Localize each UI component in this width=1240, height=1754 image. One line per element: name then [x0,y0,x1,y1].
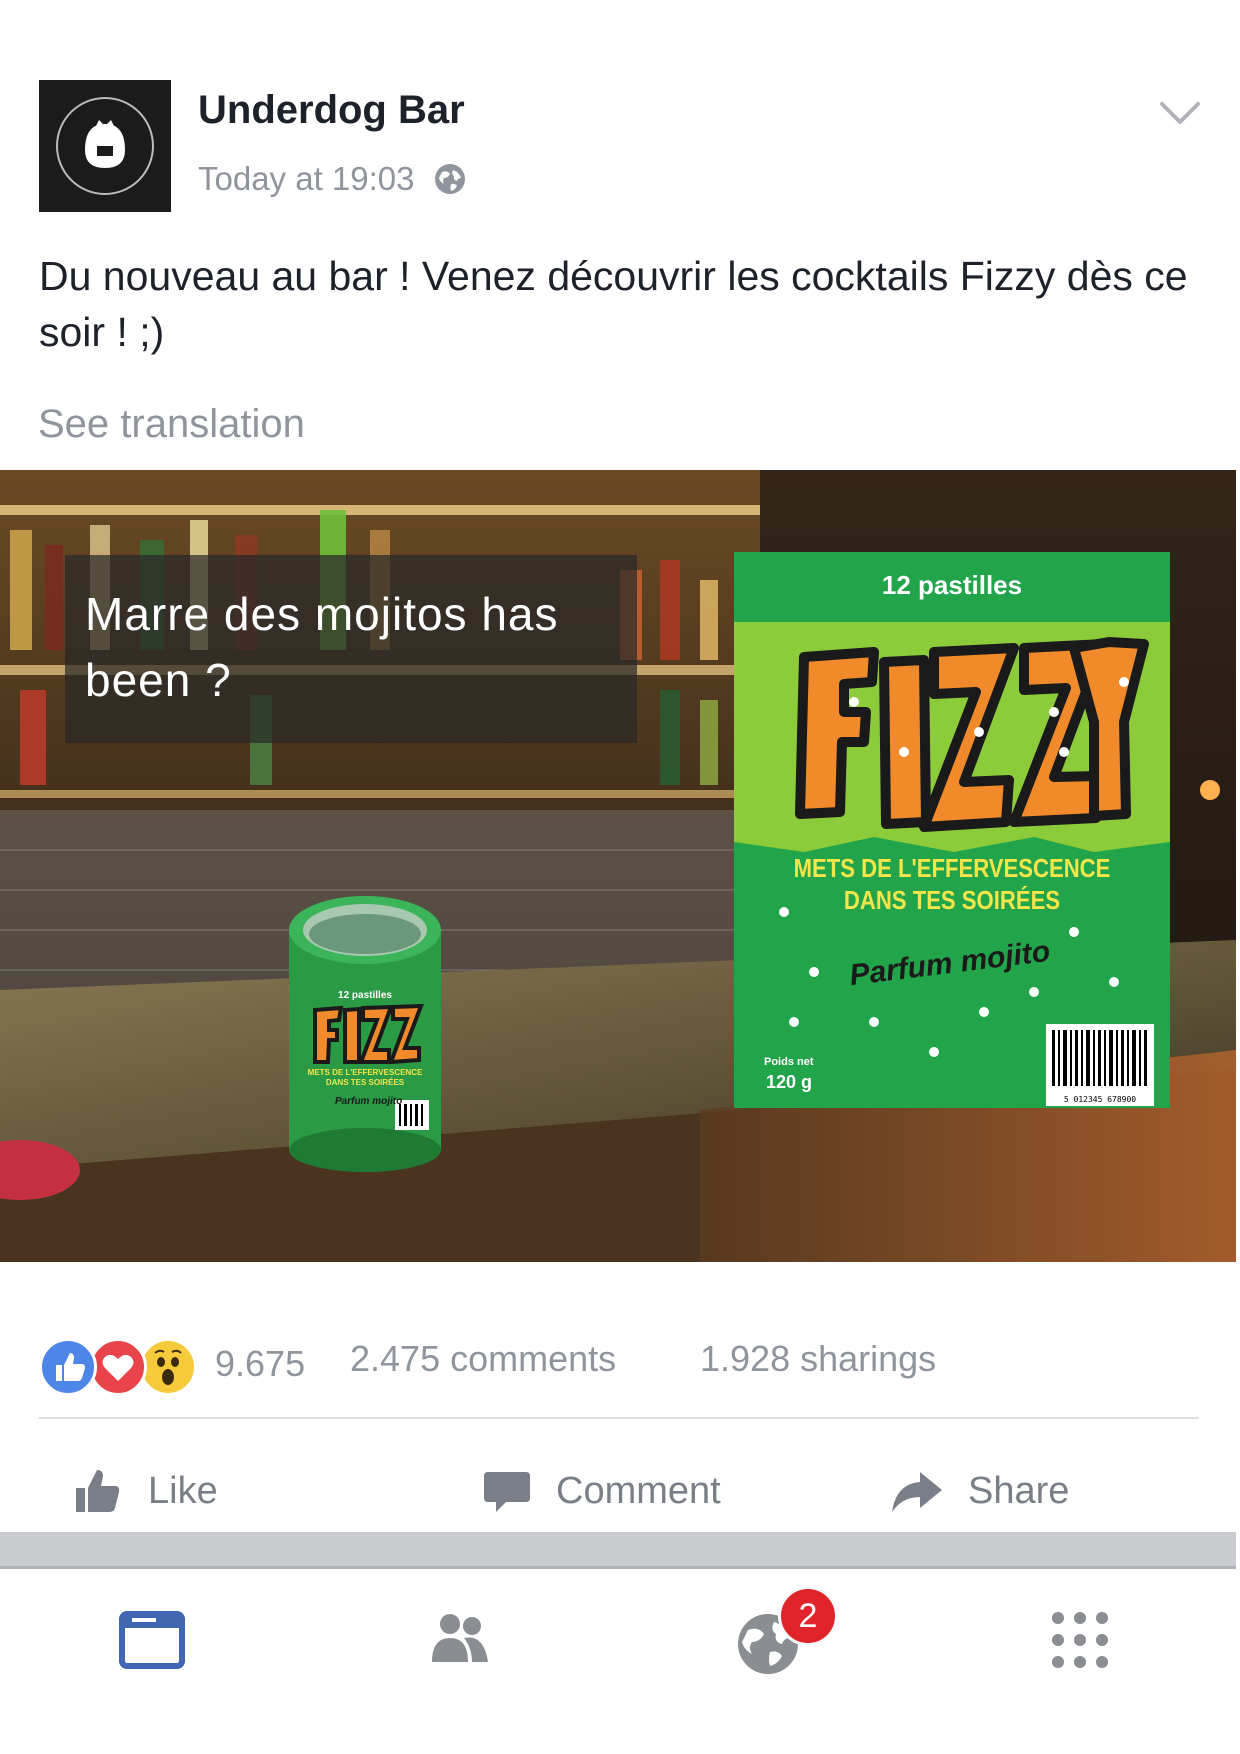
share-label: Share [968,1469,1070,1512]
reaction-icons [39,1334,199,1396]
package-slogan-line1: METS DE L'EFFERVESCENCE [793,853,1111,883]
friends-icon [432,1614,488,1662]
post-meta: Today at 19:03 [198,160,467,198]
share-button[interactable]: Share [890,1456,1069,1526]
like-reaction-icon [39,1338,97,1396]
can-slogan: METS DE L'EFFERVESCENCE DANS TES SOIRÉES [307,1068,423,1087]
see-translation-link[interactable]: See translation [38,402,305,447]
thumbs-up-icon [76,1470,120,1512]
package-weight-label: Poids net [764,1056,814,1068]
fizzy-package: 12 pastilles METS DE L'EFFERVESCENCE DAN… [734,552,1170,1108]
globe-icon [433,162,467,196]
feed-separator [0,1532,1236,1569]
package-weight: 120 g [766,1072,813,1092]
comment-label: Comment [556,1469,721,1512]
like-label: Like [148,1469,218,1512]
package-slogan-line2: DANS TES SOIRÉES [843,885,1061,915]
nav-news-feed[interactable] [112,1600,192,1680]
nav-friends[interactable] [420,1600,500,1680]
comment-icon [484,1472,530,1512]
notifications-badge: 2 [778,1586,838,1646]
like-button[interactable]: Like [74,1456,218,1526]
comments-count[interactable]: 2.475 comments [350,1338,616,1380]
image-caption: Marre des mojitos has been ? [85,588,559,706]
post-timestamp[interactable]: Today at 19:03 [198,160,415,198]
shares-count[interactable]: 1.928 sharings [700,1338,936,1380]
chevron-down-icon[interactable] [1158,98,1202,128]
package-count: 12 pastilles [881,570,1023,600]
reactions-count[interactable]: 9.675 [215,1343,305,1385]
more-grid-icon [1052,1612,1108,1668]
post-photo[interactable]: Marre des mojitos has been ? 12 pastille… [0,470,1236,1262]
can-count: 12 pastilles [338,990,392,1001]
can-flavor: Parfum mojito [335,1096,403,1107]
wow-reaction-icon [139,1338,197,1396]
fizzy-can: 12 pastilles METS DE L'EFFERVESCENCE DAN… [275,890,455,1180]
page-name[interactable]: Underdog Bar [198,88,465,133]
package-slogan: METS DE L'EFFERVESCENCE DANS TES SOIRÉES [767,852,1138,916]
image-caption-box: Marre des mojitos has been ? [65,555,637,743]
love-reaction-icon [89,1338,147,1396]
share-arrow-icon [892,1472,942,1512]
divider [39,1417,1199,1419]
nav-notifications[interactable]: 2 [730,1586,838,1680]
reactions-summary[interactable]: 9.675 [39,1334,305,1396]
post-text: Du nouveau au bar ! Venez découvrir les … [39,253,1188,355]
barcode: 5 012345 678900 [1046,1024,1154,1106]
nav-more[interactable] [1040,1600,1120,1680]
news-feed-icon [119,1611,185,1669]
comment-button[interactable]: Comment [482,1456,721,1526]
page-avatar[interactable] [39,80,171,212]
barcode-number: 5 012345 678900 [1063,1095,1137,1104]
